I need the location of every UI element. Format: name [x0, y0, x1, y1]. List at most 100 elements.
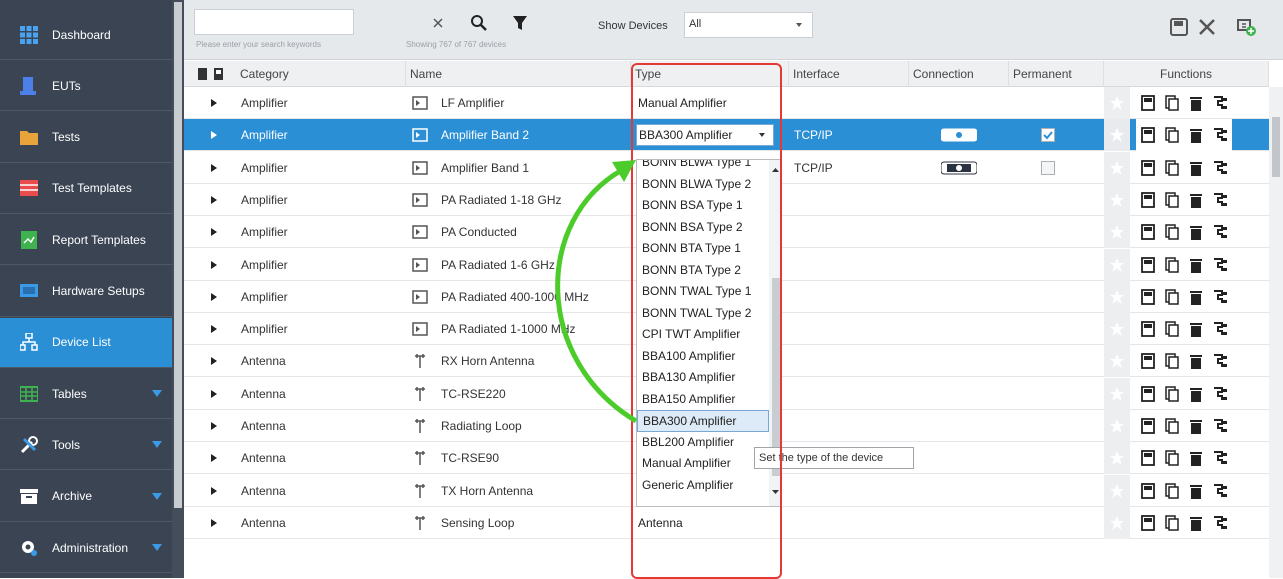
copy-icon[interactable] — [1160, 184, 1184, 216]
show-devices-select[interactable]: All — [684, 12, 813, 38]
delete-icon[interactable] — [1184, 281, 1208, 313]
expand-row-icon[interactable] — [211, 163, 217, 172]
connection-icon[interactable] — [941, 119, 981, 151]
expand-row-icon[interactable] — [211, 486, 217, 495]
expand-row-icon[interactable] — [211, 292, 217, 301]
dropdown-option[interactable]: BONN TWAL Type 2 — [637, 303, 769, 325]
favorite-star-icon[interactable] — [1104, 313, 1130, 346]
save-icon[interactable] — [1136, 152, 1160, 184]
dropdown-option[interactable]: Generic Amplifier — [637, 475, 769, 497]
col-type[interactable]: Type — [631, 61, 789, 87]
col-connection[interactable]: Connection — [909, 61, 1009, 87]
dropdown-option[interactable]: BONN BLWA Type 2 — [637, 174, 769, 196]
dropdown-option[interactable]: Manual Amplifier — [637, 453, 769, 475]
expand-row-icon[interactable] — [211, 131, 217, 140]
sidebar-item-tests[interactable]: Tests — [0, 113, 172, 163]
dropdown-option[interactable]: CPI TWT Amplifier — [637, 324, 769, 346]
favorite-star-icon[interactable] — [1104, 151, 1130, 184]
copy-icon[interactable] — [1160, 345, 1184, 377]
type-select[interactable]: BBA300 Amplifier — [636, 124, 774, 147]
dropdown-option[interactable]: BONN BSA Type 1 — [637, 195, 769, 217]
configure-icon[interactable] — [1208, 378, 1232, 410]
dropdown-option[interactable]: BBA130 Amplifier — [637, 367, 769, 389]
favorite-star-icon[interactable] — [1104, 377, 1130, 410]
configure-icon[interactable] — [1208, 87, 1232, 119]
copy-icon[interactable] — [1160, 87, 1184, 119]
delete-icon[interactable] — [1184, 216, 1208, 248]
configure-icon[interactable] — [1208, 152, 1232, 184]
delete-icon[interactable] — [1184, 249, 1208, 281]
permanent-checkbox[interactable] — [1041, 152, 1061, 184]
delete-icon[interactable] — [1184, 507, 1208, 539]
save-all-button[interactable] — [1168, 16, 1190, 38]
favorite-star-icon[interactable] — [1104, 280, 1130, 313]
save-icon[interactable] — [1136, 87, 1160, 119]
expand-row-icon[interactable] — [211, 99, 217, 107]
favorite-star-icon[interactable] — [1104, 119, 1130, 152]
delete-icon[interactable] — [1184, 87, 1208, 119]
configure-icon[interactable] — [1208, 216, 1232, 248]
delete-icon[interactable] — [1184, 313, 1208, 345]
dropdown-option[interactable]: BBA150 Amplifier — [637, 389, 769, 411]
favorite-star-icon[interactable] — [1104, 345, 1130, 378]
chevron-down-icon[interactable] — [769, 486, 782, 498]
configure-icon[interactable] — [1208, 313, 1232, 345]
sidebar-item-test-templates[interactable]: Test Templates — [0, 164, 172, 214]
chevron-down-icon[interactable] — [152, 390, 162, 398]
dropdown-option[interactable]: BONN BSA Type 2 — [637, 217, 769, 239]
table-row[interactable]: Antenna Sensing Loop Antenna — [184, 506, 1269, 539]
save-icon[interactable] — [1136, 281, 1160, 313]
favorite-star-icon[interactable] — [1104, 442, 1130, 475]
expand-row-icon[interactable] — [211, 454, 217, 463]
sidebar-item-device-list[interactable]: Device List — [0, 317, 172, 368]
search-input[interactable] — [194, 9, 354, 35]
col-interface[interactable]: Interface — [789, 61, 909, 87]
favorite-star-icon[interactable] — [1104, 474, 1130, 507]
table-row[interactable]: Amplifier LF Amplifier Manual Amplifier — [184, 87, 1269, 119]
delete-icon[interactable] — [1184, 442, 1208, 474]
copy-icon[interactable] — [1160, 313, 1184, 345]
table-row[interactable]: Amplifier Amplifier Band 2 BBA300 Amplifie… — [184, 119, 1269, 152]
save-icon[interactable] — [1136, 442, 1160, 474]
save-icon[interactable] — [1136, 345, 1160, 377]
clear-search-button[interactable] — [428, 13, 448, 33]
dropdown-option[interactable]: BBL200 Amplifier — [637, 432, 769, 454]
sidebar-item-report-templates[interactable]: Report Templates — [0, 215, 172, 266]
cell-type[interactable]: Manual Amplifier — [638, 87, 784, 119]
col-permanent[interactable]: Permanent — [1009, 61, 1104, 87]
copy-icon[interactable] — [1160, 410, 1184, 442]
expand-row-icon[interactable] — [211, 422, 217, 430]
delete-icon[interactable] — [1184, 410, 1208, 442]
sidebar-item-archive[interactable]: Archive — [0, 472, 172, 522]
delete-icon[interactable] — [1184, 119, 1208, 152]
chevron-down-icon[interactable] — [152, 544, 162, 551]
expand-row-icon[interactable] — [211, 260, 217, 269]
delete-icon[interactable] — [1184, 475, 1208, 507]
sidebar-item-dashboard[interactable]: Dashboard — [0, 10, 172, 60]
dropdown-option[interactable]: BBA300 Amplifier — [637, 410, 769, 432]
grid-scroll-thumb[interactable] — [1272, 117, 1280, 177]
add-device-button[interactable] — [1234, 14, 1260, 40]
copy-icon[interactable] — [1160, 249, 1184, 281]
configure-icon[interactable] — [1208, 475, 1232, 507]
sidebar-item-hardware-setups[interactable]: Hardware Setups — [0, 267, 172, 317]
favorite-star-icon[interactable] — [1104, 506, 1130, 539]
save-icon[interactable] — [1136, 507, 1160, 539]
connection-icon[interactable] — [941, 152, 981, 184]
search-button[interactable] — [466, 10, 492, 36]
configure-icon[interactable] — [1208, 442, 1232, 474]
chevron-down-icon[interactable] — [759, 133, 765, 138]
copy-icon[interactable] — [1160, 378, 1184, 410]
configure-icon[interactable] — [1208, 119, 1232, 152]
favorite-star-icon[interactable] — [1104, 216, 1130, 249]
expand-row-icon[interactable] — [211, 195, 217, 204]
sidebar-item-tables[interactable]: Tables — [0, 369, 172, 420]
expand-row-icon[interactable] — [211, 325, 217, 334]
save-icon[interactable] — [1136, 313, 1160, 345]
col-name[interactable]: Name — [406, 61, 631, 87]
copy-icon[interactable] — [1160, 152, 1184, 184]
delete-icon[interactable] — [1184, 345, 1208, 377]
sidebar-item-administration[interactable]: Administration — [0, 523, 172, 573]
col-category[interactable]: Category — [236, 61, 406, 87]
grid-scrollbar[interactable] — [1269, 87, 1283, 578]
